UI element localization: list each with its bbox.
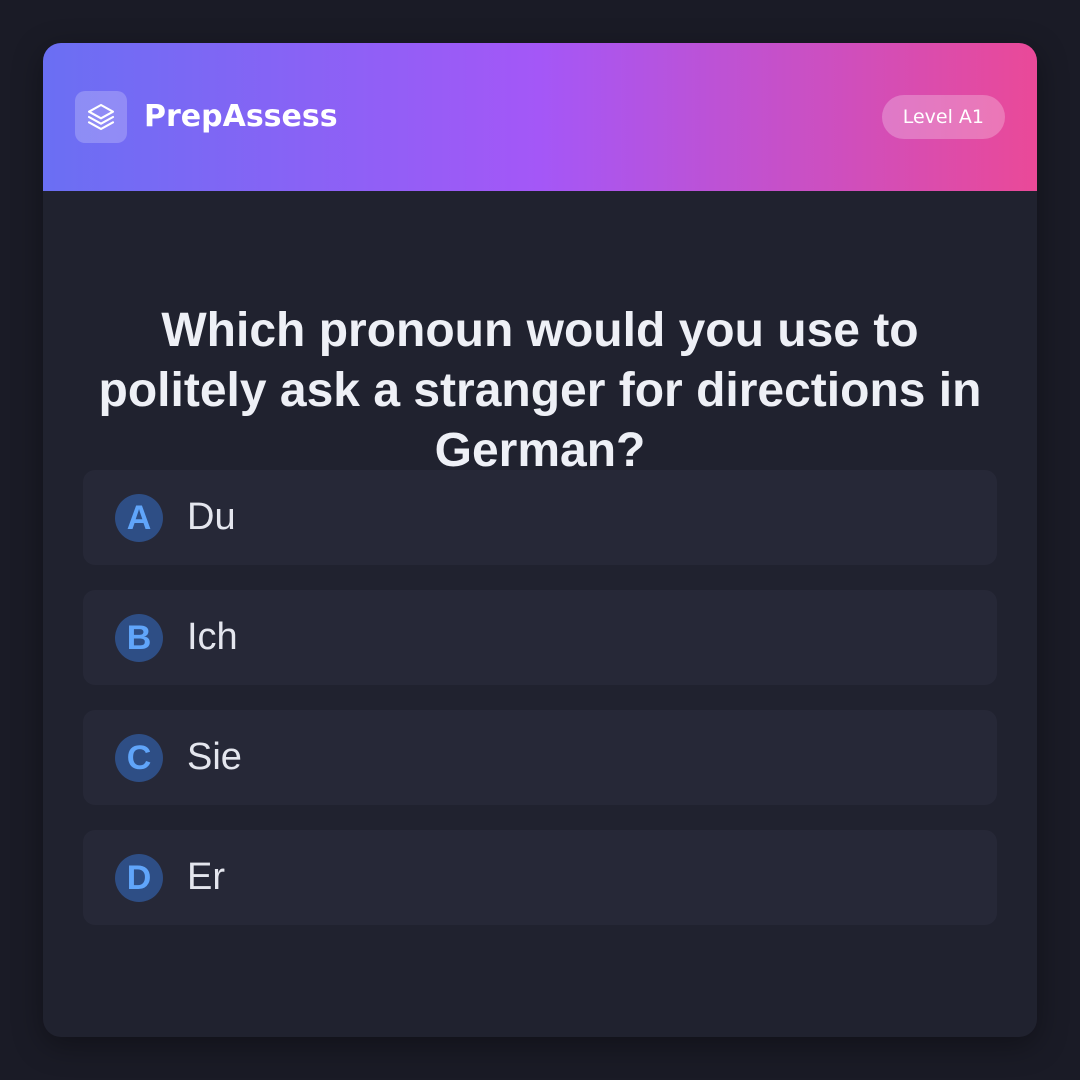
quiz-header: PrepAssess Level A1 [43,43,1037,191]
answer-option-a[interactable]: A Du [83,470,997,565]
level-badge: Level A1 [881,95,1005,139]
app-logo [75,91,127,143]
option-label: Sie [187,736,242,778]
option-label: Er [187,856,225,898]
layers-icon [87,103,115,131]
option-label: Ich [187,616,238,658]
brand-name: PrepAssess [144,99,338,134]
option-letter-badge: A [115,493,163,542]
answer-option-d[interactable]: D Er [83,830,997,925]
option-letter-badge: D [115,853,163,902]
question-text: Which pronoun would you use to politely … [98,304,982,477]
answer-option-c[interactable]: C Sie [83,710,997,805]
option-letter-badge: B [115,613,163,662]
option-letter-badge: C [115,733,163,782]
quiz-card: PrepAssess Level A1 Which pronoun would … [43,43,1037,1037]
answer-options: A Du B Ich C Sie D Er [83,470,997,950]
option-label: Du [187,496,236,538]
answer-option-b[interactable]: B Ich [83,590,997,685]
